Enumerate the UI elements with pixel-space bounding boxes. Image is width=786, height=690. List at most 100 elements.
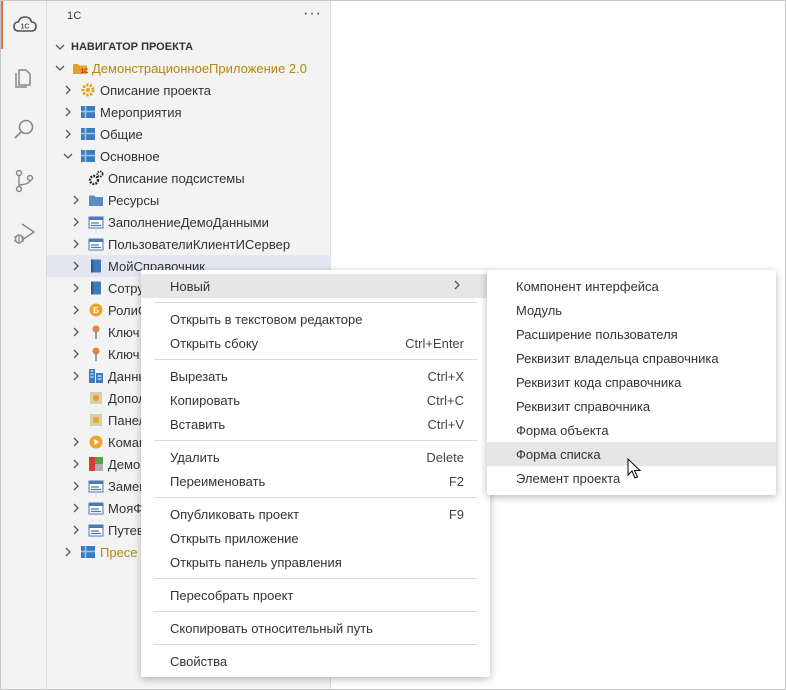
- gear-icon: [80, 82, 96, 98]
- tree-item[interactable]: Основное: [47, 145, 331, 167]
- tree-item[interactable]: 1С ДемонстрационноеПриложение 2.0: [47, 57, 331, 79]
- menu-item[interactable]: Свойства: [141, 649, 490, 673]
- menu-item[interactable]: Вырезать Ctrl+X: [141, 364, 490, 388]
- menu-item-label: Опубликовать проект: [170, 506, 300, 522]
- key-pin-icon: [88, 324, 104, 340]
- chevron-right-icon[interactable]: [61, 127, 75, 141]
- menu-separator: [154, 302, 477, 303]
- menu-item[interactable]: Удалить Delete: [141, 445, 490, 469]
- tree-item-label: Пресе: [100, 544, 138, 560]
- menu-item-label: Переименовать: [170, 473, 266, 489]
- chevron-right-icon[interactable]: [69, 325, 83, 339]
- menu-item-label: Скопировать относительный путь: [170, 620, 373, 636]
- menu-item[interactable]: Опубликовать проект F9: [141, 502, 490, 526]
- tree-item[interactable]: Мероприятия: [47, 101, 331, 123]
- menu-item-label: Копировать: [170, 392, 240, 408]
- chevron-right-icon[interactable]: [69, 237, 83, 251]
- menu-item[interactable]: Открыть панель управления: [141, 550, 490, 574]
- menu-item-label: Открыть в текстовом редакторе: [170, 311, 363, 327]
- more-actions-icon[interactable]: ···: [303, 5, 322, 23]
- menu-item-shortcut: Delete: [426, 449, 464, 465]
- chevron-right-icon[interactable]: [61, 83, 75, 97]
- catalog-book-icon: [88, 280, 104, 296]
- chevron-right-icon[interactable]: [69, 435, 83, 449]
- submenu-item[interactable]: Расширение пользователя: [487, 322, 776, 346]
- chevron-right-icon[interactable]: [69, 479, 83, 493]
- menu-item[interactable]: Скопировать относительный путь: [141, 616, 490, 640]
- submenu-item[interactable]: Компонент интерфейса: [487, 274, 776, 298]
- menu-item-label: Новый: [170, 278, 211, 294]
- menu-item[interactable]: Пересобрать проект: [141, 583, 490, 607]
- module-icon: [88, 236, 104, 252]
- submenu-item[interactable]: Реквизит справочника: [487, 394, 776, 418]
- submenu-item-label: Форма объекта: [516, 422, 609, 438]
- section-title: НАВИГАТОР ПРОЕКТА: [71, 41, 194, 53]
- menu-item[interactable]: Открыть сбоку Ctrl+Enter: [141, 331, 490, 355]
- chevron-down-icon[interactable]: [53, 61, 67, 75]
- tree-item-label: Сотру: [108, 280, 144, 296]
- tree-item[interactable]: Описание проекта: [47, 79, 331, 101]
- submenu-item[interactable]: Реквизит владельца справочника: [487, 346, 776, 370]
- tree-item-label: МояФ: [108, 500, 144, 516]
- chevron-right-icon[interactable]: [69, 215, 83, 229]
- chevron-right-icon[interactable]: [69, 369, 83, 383]
- menu-item[interactable]: Вставить Ctrl+V: [141, 412, 490, 436]
- files-icon[interactable]: [1, 53, 47, 101]
- menu-item-label: Вырезать: [170, 368, 228, 384]
- tree-item-label: Основное: [100, 148, 160, 164]
- project-navigator-header[interactable]: НАВИГАТОР ПРОЕКТА: [53, 37, 329, 57]
- tree-item-label: Ключ: [108, 324, 140, 340]
- chevron-right-icon[interactable]: [61, 105, 75, 119]
- panel-icon: [88, 390, 104, 406]
- menu-item[interactable]: Открыть приложение: [141, 526, 490, 550]
- submenu-item-label: Форма списка: [516, 446, 601, 462]
- key-pin-icon: [88, 346, 104, 362]
- submenu-item[interactable]: Реквизит кода справочника: [487, 370, 776, 394]
- activity-bar: 1С: [1, 1, 47, 689]
- run-debug-icon[interactable]: [1, 209, 47, 257]
- tree-item-label: Путев: [108, 522, 144, 538]
- mouse-cursor-icon: [627, 458, 642, 479]
- svg-text:Б: Б: [93, 306, 99, 315]
- menu-item[interactable]: Копировать Ctrl+C: [141, 388, 490, 412]
- submenu-chevron-icon: [450, 278, 464, 295]
- subsystem-icon: [80, 126, 96, 142]
- search-icon[interactable]: [1, 105, 47, 153]
- menu-item[interactable]: Новый: [141, 274, 490, 298]
- chevron-right-icon[interactable]: [69, 501, 83, 515]
- menu-separator: [154, 578, 477, 579]
- chevron-right-icon[interactable]: [69, 303, 83, 317]
- gears-icon: [88, 170, 104, 186]
- chevron-right-icon[interactable]: [69, 259, 83, 273]
- submenu-item[interactable]: Модуль: [487, 298, 776, 322]
- tree-item[interactable]: ПользователиКлиентИСервер: [47, 233, 331, 255]
- chevron-down-icon[interactable]: [61, 149, 75, 163]
- tree-item-label: Демо: [108, 456, 141, 472]
- chevron-right-icon[interactable]: [69, 457, 83, 471]
- menu-item-label: Вставить: [170, 416, 226, 432]
- tree-item-label: Описание подсистемы: [108, 170, 245, 186]
- submenu-item-label: Реквизит справочника: [516, 398, 651, 414]
- chevron-down-icon: [53, 40, 67, 54]
- chevron-right-icon[interactable]: [69, 281, 83, 295]
- tree-item[interactable]: ЗаполнениеДемоДанными: [47, 211, 331, 233]
- menu-item-label: Открыть сбоку: [170, 335, 259, 351]
- source-control-icon[interactable]: [1, 157, 47, 205]
- tree-item[interactable]: Общие: [47, 123, 331, 145]
- project-1c-icon: 1С: [72, 60, 88, 76]
- subsystem-icon: [80, 104, 96, 120]
- chevron-right-icon[interactable]: [69, 347, 83, 361]
- menu-item[interactable]: Переименовать F2: [141, 469, 490, 493]
- menu-item[interactable]: Открыть в текстовом редакторе: [141, 307, 490, 331]
- chevron-right-icon[interactable]: [69, 193, 83, 207]
- menu-item-label: Открыть приложение: [170, 530, 299, 546]
- cloud-1c-icon[interactable]: 1С: [1, 1, 47, 49]
- chevron-right-icon[interactable]: [69, 523, 83, 537]
- tree-item-label: Описание проекта: [100, 82, 212, 98]
- chevron-right-icon[interactable]: [61, 545, 75, 559]
- tree-item[interactable]: Ресурсы: [47, 189, 331, 211]
- submenu-item[interactable]: Форма объекта: [487, 418, 776, 442]
- tree-item[interactable]: Описание подсистемы: [47, 167, 331, 189]
